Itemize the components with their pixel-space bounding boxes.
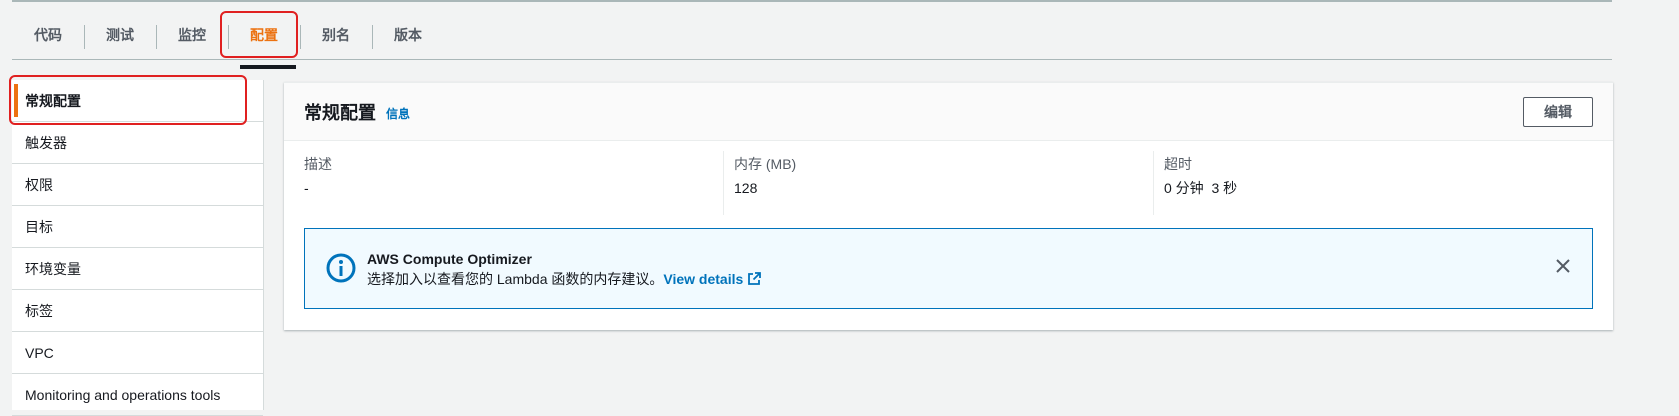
field-value: 128 <box>734 180 758 196</box>
panel-title: 常规配置 <box>304 102 376 123</box>
top-divider <box>12 0 1612 2</box>
tab-label: 版本 <box>394 26 422 43</box>
info-link[interactable]: 信息 <box>386 105 410 122</box>
sidebar-item-general-config[interactable]: 常规配置 <box>12 80 263 122</box>
general-config-panel: 常规配置 信息 编辑 描述 - 内存 (MB) 128 超时 0 分钟 3 秒 … <box>284 82 1613 330</box>
alert-body: AWS Compute Optimizer 选择加入以查看您的 Lambda 函… <box>367 249 762 289</box>
sidebar-item-destinations[interactable]: 目标 <box>12 206 263 248</box>
field-value: 0 分钟 3 秒 <box>1164 180 1238 196</box>
sidebar-item-label: 目标 <box>25 218 53 235</box>
tab-label: 测试 <box>106 26 134 43</box>
tab-label: 代码 <box>34 26 62 43</box>
sidebar-item-tags[interactable]: 标签 <box>12 290 263 332</box>
sidebar-item-label: 权限 <box>25 176 53 193</box>
panel-header: 常规配置 信息 编辑 <box>284 83 1613 141</box>
close-icon[interactable] <box>1554 257 1572 275</box>
field-value: - <box>304 180 309 196</box>
tab-aliases[interactable]: 别名 <box>300 19 372 51</box>
field-label: 内存 (MB) <box>734 156 797 172</box>
sidebar-item-label: 触发器 <box>25 134 67 151</box>
field-label: 超时 <box>1164 156 1192 172</box>
sidebar-item-monitoring-tools[interactable]: Monitoring and operations tools <box>12 374 263 416</box>
tab-configuration[interactable]: 配置 <box>228 19 300 69</box>
sidebar-item-label: Monitoring and operations tools <box>25 386 221 403</box>
view-details-link[interactable]: View details <box>663 270 762 287</box>
tab-label: 别名 <box>322 26 350 43</box>
compute-optimizer-alert: AWS Compute Optimizer 选择加入以查看您的 Lambda 函… <box>304 228 1593 309</box>
description-field: 描述 - <box>304 151 724 215</box>
sidebar-item-label: 环境变量 <box>25 260 81 277</box>
sidebar-item-label: 常规配置 <box>25 92 81 109</box>
sidebar-item-label: 标签 <box>25 302 53 319</box>
tab-bar: 代码 测试 监控 配置 别名 版本 <box>12 10 1612 69</box>
tab-monitor[interactable]: 监控 <box>156 19 228 51</box>
config-fields: 描述 - 内存 (MB) 128 超时 0 分钟 3 秒 <box>284 141 1613 215</box>
tab-label: 监控 <box>178 26 206 43</box>
memory-field: 内存 (MB) 128 <box>734 151 1154 215</box>
alert-message: 选择加入以查看您的 Lambda 函数的内存建议。 <box>367 270 664 287</box>
edit-button[interactable]: 编辑 <box>1523 96 1593 127</box>
sidebar-item-triggers[interactable]: 触发器 <box>12 122 263 164</box>
sidebar-item-env-vars[interactable]: 环境变量 <box>12 248 263 290</box>
tab-label: 配置 <box>250 26 278 43</box>
sidebar-item-permissions[interactable]: 权限 <box>12 164 263 206</box>
timeout-field: 超时 0 分钟 3 秒 <box>1164 151 1583 215</box>
config-sidebar: 常规配置 触发器 权限 目标 环境变量 标签 VPC Monitoring an… <box>12 80 264 416</box>
sidebar-item-label: VPC <box>25 344 54 361</box>
external-link-icon <box>748 271 762 285</box>
tab-code[interactable]: 代码 <box>12 19 84 51</box>
tab-test[interactable]: 测试 <box>84 19 156 51</box>
sidebar-item-vpc[interactable]: VPC <box>12 332 263 374</box>
field-label: 描述 <box>304 156 332 172</box>
tab-versions[interactable]: 版本 <box>372 19 444 51</box>
info-icon <box>326 253 356 282</box>
view-details-label: View details <box>663 270 744 287</box>
alert-text-row: 选择加入以查看您的 Lambda 函数的内存建议。View details <box>367 269 762 289</box>
alert-title: AWS Compute Optimizer <box>367 250 532 267</box>
